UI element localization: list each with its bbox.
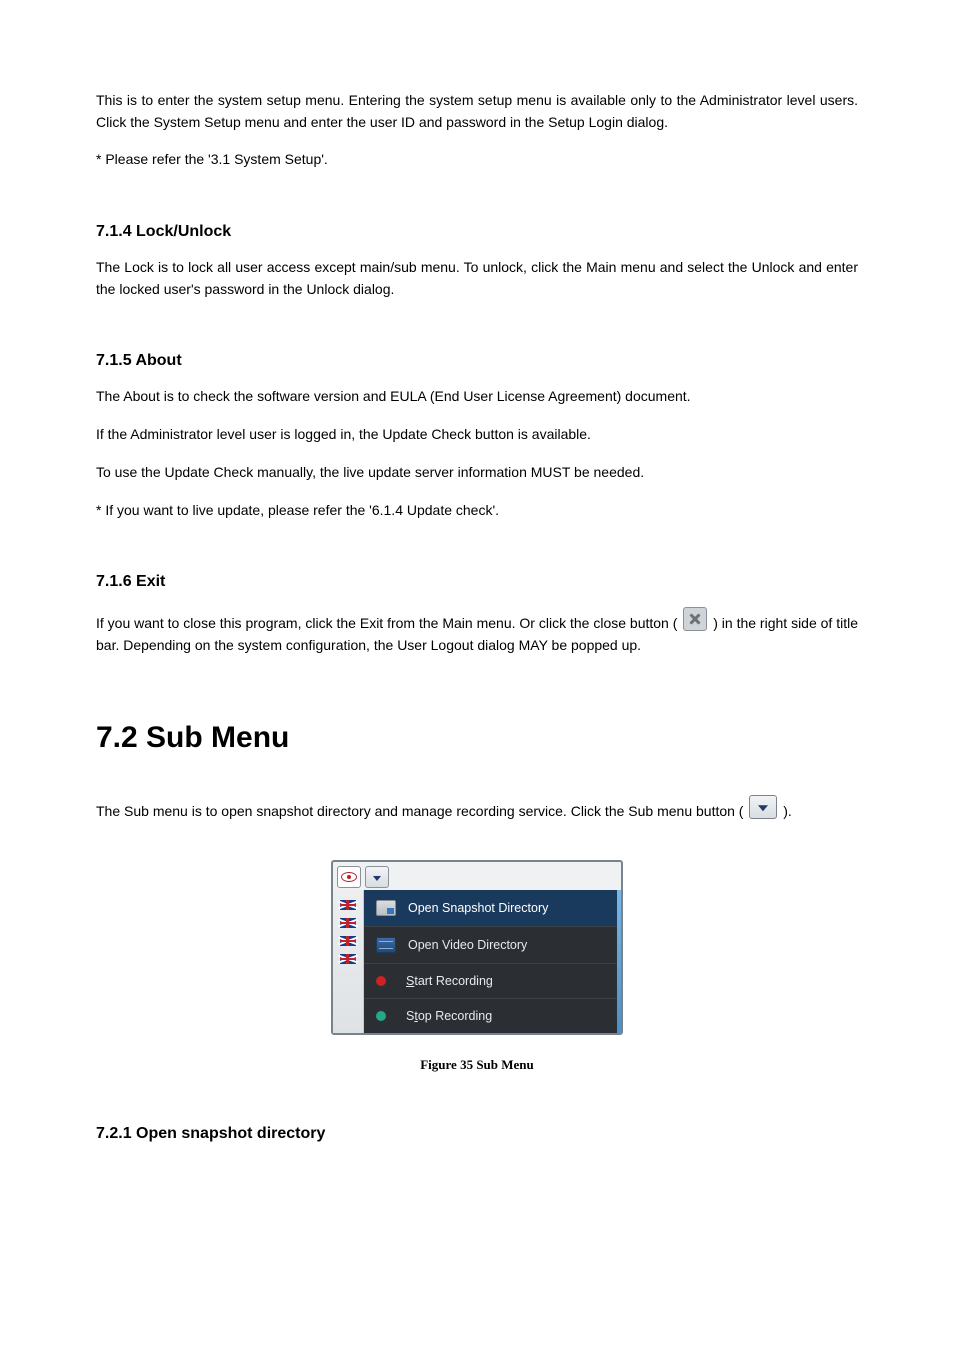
- heading-721: 7.2.1 Open snapshot directory: [96, 1125, 858, 1143]
- paragraph-72-1b: ).: [783, 803, 792, 819]
- submenu-left-rail: [333, 890, 364, 1033]
- heading-715: 7.1.5 About: [96, 352, 858, 370]
- menu-item-stop-recording[interactable]: Stop Recording: [364, 999, 617, 1033]
- document-page: This is to enter the system setup menu. …: [0, 0, 954, 1351]
- paragraph-72-1: The Sub menu is to open snapshot directo…: [96, 795, 858, 823]
- paragraph-715-2: If the Administrator level user is logge…: [96, 424, 858, 446]
- figure-submenu-wrap: Open Snapshot Directory Open Video Direc…: [96, 860, 858, 1035]
- intro-paragraph-2: * Please refer the '3.1 System Setup'.: [96, 149, 858, 171]
- flag-icon: [340, 900, 356, 910]
- submenu-right-edge: [617, 890, 621, 1033]
- flag-icon: [340, 936, 356, 946]
- menu-item-label: Stop Recording: [406, 1009, 492, 1023]
- record-start-icon: [376, 975, 394, 987]
- folder-video-icon: [376, 937, 396, 953]
- menu-item-open-video-directory[interactable]: Open Video Directory: [364, 927, 617, 964]
- intro-paragraph-1: This is to enter the system setup menu. …: [96, 90, 858, 133]
- submenu-topbar: [333, 862, 621, 890]
- paragraph-715-3: To use the Update Check manually, the li…: [96, 462, 858, 484]
- paragraph-715-4: * If you want to live update, please ref…: [96, 500, 858, 522]
- menu-item-label: Open Video Directory: [408, 938, 527, 952]
- paragraph-72-1a: The Sub menu is to open snapshot directo…: [96, 803, 743, 819]
- flag-icon: [340, 918, 356, 928]
- paragraph-715-1: The About is to check the software versi…: [96, 386, 858, 408]
- flag-icon: [340, 954, 356, 964]
- menu-item-label: Open Snapshot Directory: [408, 901, 548, 915]
- main-menu-button[interactable]: [337, 866, 361, 888]
- submenu-list: Open Snapshot Directory Open Video Direc…: [364, 890, 617, 1033]
- heading-714: 7.1.4 Lock/Unlock: [96, 223, 858, 241]
- paragraph-716-1a: If you want to close this program, click…: [96, 615, 677, 631]
- paragraph-714-1: The Lock is to lock all user access exce…: [96, 257, 858, 300]
- paragraph-716-1: If you want to close this program, click…: [96, 607, 858, 656]
- menu-item-open-snapshot-directory[interactable]: Open Snapshot Directory: [364, 890, 617, 927]
- figure-caption: Figure 35 Sub Menu: [96, 1057, 858, 1073]
- eye-icon: [341, 872, 357, 882]
- submenu-body: Open Snapshot Directory Open Video Direc…: [333, 890, 621, 1033]
- close-icon: [683, 607, 707, 631]
- menu-item-label: Start Recording: [406, 974, 493, 988]
- menu-item-start-recording[interactable]: Start Recording: [364, 964, 617, 999]
- heading-72: 7.2 Sub Menu: [96, 721, 858, 755]
- sub-menu-dropdown-button[interactable]: [365, 866, 389, 888]
- dropdown-button-icon: [749, 795, 777, 819]
- record-stop-icon: [376, 1010, 394, 1022]
- figure-submenu: Open Snapshot Directory Open Video Direc…: [331, 860, 623, 1035]
- folder-photo-icon: [376, 900, 396, 916]
- heading-716: 7.1.6 Exit: [96, 573, 858, 591]
